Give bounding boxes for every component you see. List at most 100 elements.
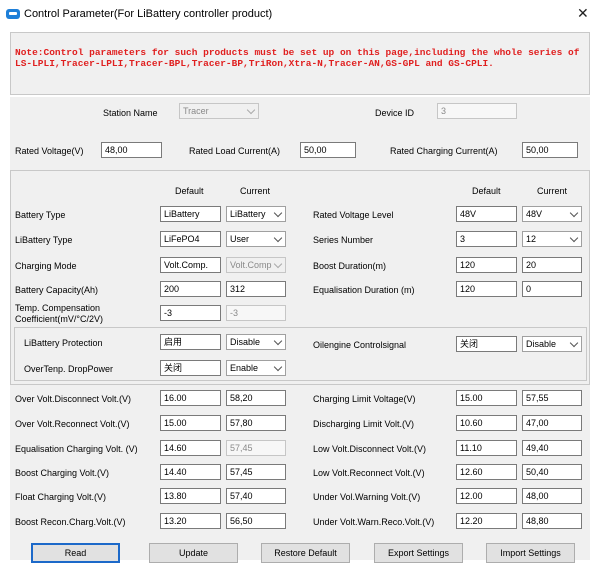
export-settings-button[interactable]: Export Settings xyxy=(374,543,463,563)
under-volt-warn-reco-label: Under Volt.Warn.Reco.Volt.(V) xyxy=(313,517,435,527)
station-name-label: Station Name xyxy=(103,108,158,118)
restore-default-button[interactable]: Restore Default xyxy=(261,543,350,563)
device-id-field[interactable]: 3 xyxy=(437,103,517,119)
temp-compensation-label: Temp. Compensation Coefficient(mV/°C/2V) xyxy=(15,303,103,324)
charging-limit-voltage-field[interactable]: 57,55 xyxy=(522,390,582,406)
discharging-limit-volt-label: Discharging Limit Volt.(V) xyxy=(313,419,415,429)
libattery-protection-select[interactable]: Disable xyxy=(226,334,286,350)
float-charging-volt-label: Float Charging Volt.(V) xyxy=(15,492,107,502)
temp-compensation-field[interactable]: -3 xyxy=(226,305,286,321)
libattery-type-label: LiBattery Type xyxy=(15,235,73,245)
equalisation-duration-field[interactable]: 0 xyxy=(522,281,582,297)
battery-capacity-label: Battery Capacity(Ah) xyxy=(15,285,99,295)
low-volt-reconnect-field[interactable]: 50,40 xyxy=(522,464,582,480)
overtemp-droppower-select[interactable]: Enable xyxy=(226,360,286,376)
over-volt-disconnect-field[interactable]: 58,20 xyxy=(226,390,286,406)
series-number-default: 3 xyxy=(456,231,517,247)
battery-type-select[interactable]: LiBattery xyxy=(226,206,286,222)
battery-capacity-default: 200 xyxy=(160,281,221,297)
low-volt-reconnect-default: 12.60 xyxy=(456,464,517,480)
rated-voltage-level-label: Rated Voltage Level xyxy=(313,210,394,220)
chevron-down-icon xyxy=(273,259,283,269)
discharging-limit-volt-field[interactable]: 47,00 xyxy=(522,415,582,431)
rated-load-current-label: Rated Load Current(A) xyxy=(189,146,281,156)
discharging-limit-volt-default: 10.60 xyxy=(456,415,517,431)
oilengine-controlsignal-default: 关闭 xyxy=(456,336,517,352)
series-number-label: Series Number xyxy=(313,235,374,245)
header-default-right: Default xyxy=(472,186,501,196)
chevron-down-icon xyxy=(246,105,256,115)
note-text: Note:Control parameters for such product… xyxy=(15,47,580,69)
equalisation-charging-volt-label: Equalisation Charging Volt. (V) xyxy=(15,444,138,454)
equalisation-charging-volt-field[interactable]: 57,45 xyxy=(226,440,286,456)
rated-voltage-level-default: 48V xyxy=(456,206,517,222)
libattery-type-select[interactable]: User xyxy=(226,231,286,247)
low-volt-disconnect-label: Low Volt.Disconnect Volt.(V) xyxy=(313,444,427,454)
boost-charging-volt-default: 14.40 xyxy=(160,464,221,480)
charging-mode-default: Volt.Comp. xyxy=(160,257,221,273)
chevron-down-icon xyxy=(569,338,579,348)
rated-voltage-label: Rated Voltage(V) xyxy=(15,146,84,156)
overtemp-droppower-label: OverTenp. DropPower xyxy=(24,364,114,374)
series-number-select[interactable]: 12 xyxy=(522,231,582,247)
libattery-protection-label: LiBattery Protection xyxy=(24,338,103,348)
rated-voltage-level-select[interactable]: 48V xyxy=(522,206,582,222)
under-volt-warn-reco-field[interactable]: 48,80 xyxy=(522,513,582,529)
battery-capacity-field[interactable]: 312 xyxy=(226,281,286,297)
over-volt-disconnect-label: Over Volt.Disconnect Volt.(V) xyxy=(15,394,132,404)
oilengine-controlsignal-select[interactable]: Disable xyxy=(522,336,582,352)
charging-limit-voltage-default: 15.00 xyxy=(456,390,517,406)
chevron-down-icon xyxy=(273,362,283,372)
charging-mode-label: Charging Mode xyxy=(15,261,77,271)
header-current-right: Current xyxy=(537,186,568,196)
low-volt-disconnect-default: 11.10 xyxy=(456,440,517,456)
device-id-label: Device ID xyxy=(375,108,415,118)
read-button[interactable]: Read xyxy=(31,543,120,563)
chevron-down-icon xyxy=(273,336,283,346)
close-icon[interactable]: ✕ xyxy=(577,5,589,22)
equalisation-duration-label: Equalisation Duration (m) xyxy=(313,285,415,295)
over-volt-disconnect-default: 16.00 xyxy=(160,390,221,406)
oilengine-controlsignal-label: Oilengine Controlsignal xyxy=(313,340,407,350)
libattery-protection-default: 启用 xyxy=(160,334,221,350)
overtemp-droppower-default: 关闭 xyxy=(160,360,221,376)
app-icon xyxy=(6,9,20,19)
under-vol-warning-label: Under Vol.Warning Volt.(V) xyxy=(313,492,421,502)
boost-recon-charg-volt-default: 13.20 xyxy=(160,513,221,529)
libattery-type-default: LiFePO4 xyxy=(160,231,221,247)
boost-duration-field[interactable]: 20 xyxy=(522,257,582,273)
import-settings-button[interactable]: Import Settings xyxy=(486,543,575,563)
over-volt-reconnect-default: 15.00 xyxy=(160,415,221,431)
float-charging-volt-field[interactable]: 57,40 xyxy=(226,488,286,504)
battery-type-default: LiBattery xyxy=(160,206,221,222)
under-vol-warning-default: 12.00 xyxy=(456,488,517,504)
temp-compensation-default: -3 xyxy=(160,305,221,321)
chevron-down-icon xyxy=(273,208,283,218)
chevron-down-icon xyxy=(569,208,579,218)
low-volt-disconnect-field[interactable]: 49,40 xyxy=(522,440,582,456)
charging-mode-select[interactable]: Volt.Comp xyxy=(226,257,286,273)
chevron-down-icon xyxy=(273,233,283,243)
boost-duration-label: Boost Duration(m) xyxy=(313,261,387,271)
over-volt-reconnect-label: Over Volt.Reconnect Volt.(V) xyxy=(15,419,130,429)
equalisation-charging-volt-default: 14.60 xyxy=(160,440,221,456)
float-charging-volt-default: 13.80 xyxy=(160,488,221,504)
under-volt-warn-reco-default: 12.20 xyxy=(456,513,517,529)
rated-load-current-field[interactable]: 50,00 xyxy=(300,142,356,158)
low-volt-reconnect-label: Low Volt.Reconnect Volt.(V) xyxy=(313,468,425,478)
boost-charging-volt-field[interactable]: 57,45 xyxy=(226,464,286,480)
over-volt-reconnect-field[interactable]: 57,80 xyxy=(226,415,286,431)
update-button[interactable]: Update xyxy=(149,543,238,563)
station-name-select[interactable]: Tracer xyxy=(179,103,259,119)
under-vol-warning-field[interactable]: 48,00 xyxy=(522,488,582,504)
boost-duration-default: 120 xyxy=(456,257,517,273)
header-default-left: Default xyxy=(175,186,204,196)
boost-recon-charg-volt-field[interactable]: 56,50 xyxy=(226,513,286,529)
rated-voltage-field[interactable]: 48,00 xyxy=(101,142,162,158)
boost-charging-volt-label: Boost Charging Volt.(V) xyxy=(15,468,110,478)
chevron-down-icon xyxy=(569,233,579,243)
rated-charging-current-field[interactable]: 50,00 xyxy=(522,142,578,158)
header-current-left: Current xyxy=(240,186,271,196)
rated-charging-current-label: Rated Charging Current(A) xyxy=(390,146,498,156)
equalisation-duration-default: 120 xyxy=(456,281,517,297)
